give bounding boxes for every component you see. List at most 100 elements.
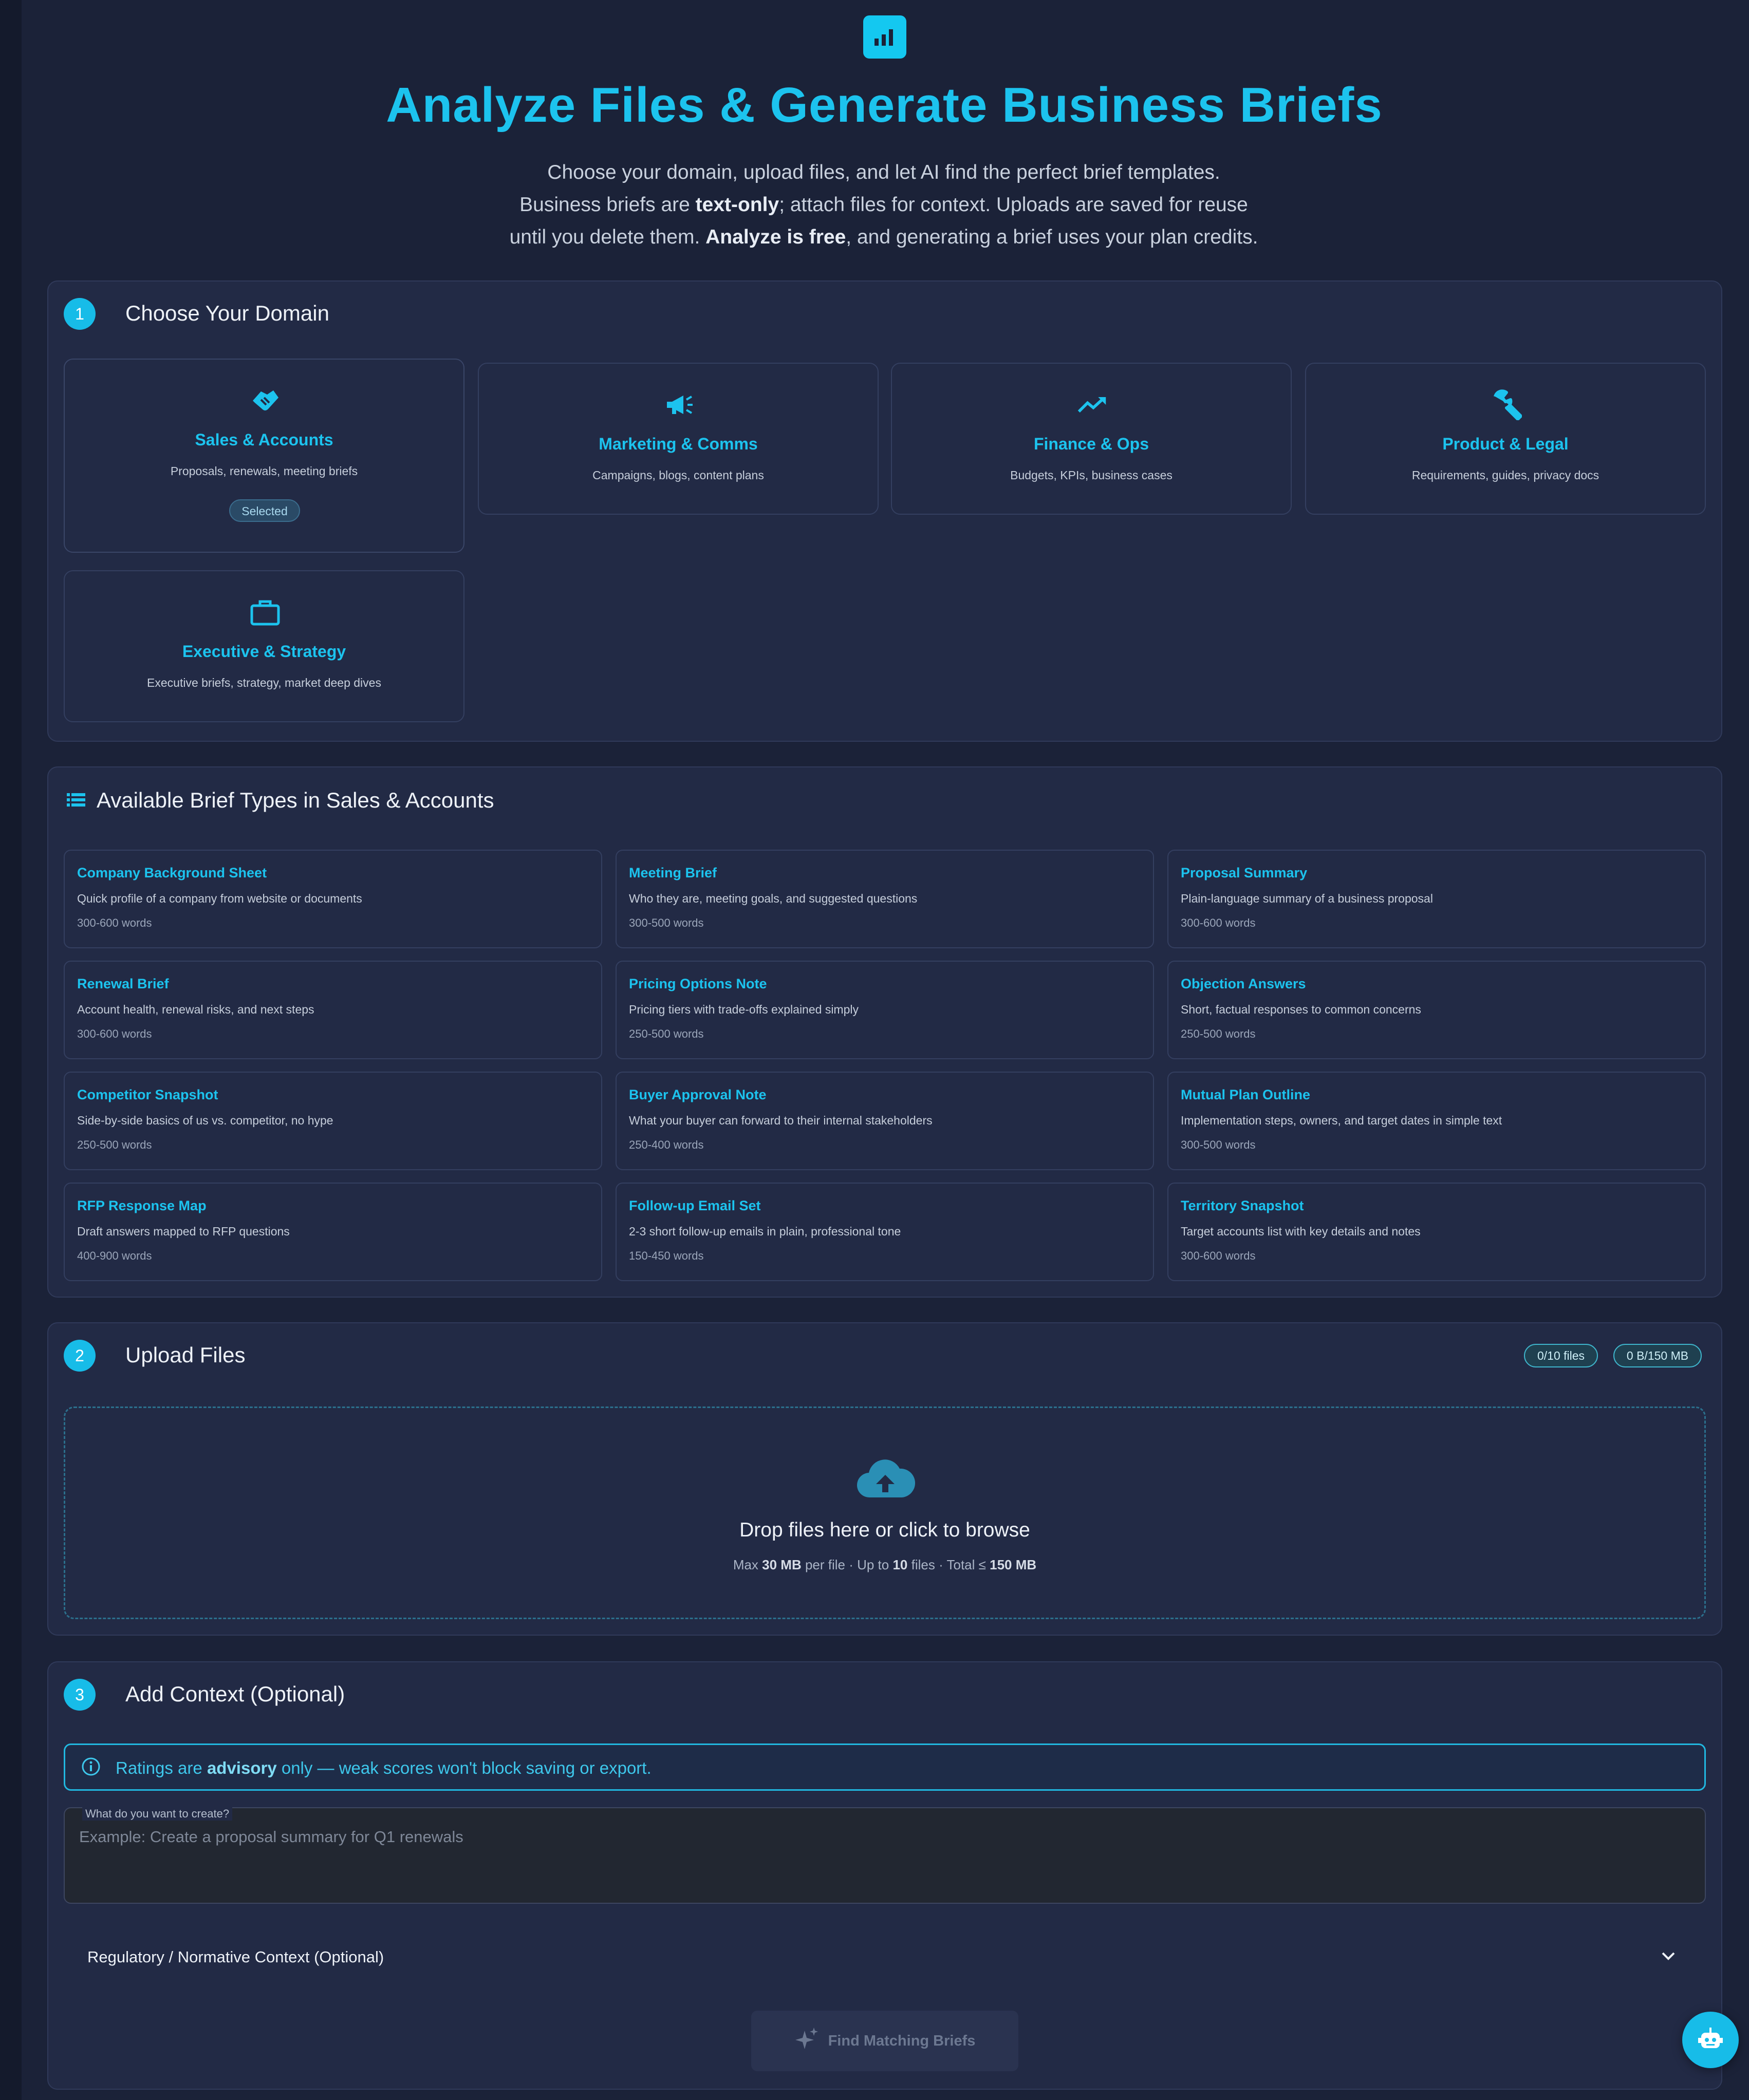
button-label: Find Matching Briefs (828, 2032, 976, 2049)
domain-name: Marketing & Comms (599, 435, 758, 453)
brief-word-count: 300-600 words (77, 916, 152, 929)
subtitle-line-1: Choose your domain, upload files, and le… (547, 161, 1220, 183)
domain-desc: Requirements, guides, privacy docs (1411, 468, 1599, 482)
brief-name: Proposal Summary (1181, 865, 1308, 880)
find-matching-briefs-button[interactable]: Find Matching Briefs (751, 2011, 1018, 2071)
domain-card-executive[interactable]: Executive & Strategy Executive briefs, s… (64, 570, 464, 722)
domain-name: Executive & Strategy (182, 642, 346, 661)
brief-card[interactable]: Competitor Snapshot Side-by-side basics o… (64, 1072, 602, 1170)
brief-desc: Account health, renewal risks, and next … (77, 1003, 314, 1016)
brief-desc: Side-by-side basics of us vs. competitor… (77, 1114, 333, 1127)
brief-card[interactable]: Company Background Sheet Quick profile of… (64, 850, 602, 948)
bar-chart-icon (863, 15, 906, 59)
domain-name: Sales & Accounts (195, 430, 333, 449)
brief-name: Competitor Snapshot (77, 1087, 218, 1102)
brief-desc: Short, factual responses to common conce… (1181, 1003, 1421, 1016)
subtitle-line-2: Business briefs are text-only; attach fi… (519, 194, 1248, 216)
file-dropzone[interactable]: Drop files here or click to browse Max 3… (64, 1407, 1706, 1619)
brief-card[interactable]: Pricing Options Note Pricing tiers with t… (616, 961, 1154, 1059)
megaphone-icon (664, 389, 695, 420)
info-icon (81, 1756, 101, 1779)
domain-card-finance[interactable]: Finance & Ops Budgets, KPIs, business ca… (891, 363, 1292, 515)
robot-icon (1697, 2027, 1724, 2054)
domain-card-marketing[interactable]: Marketing & Comms Campaigns, blogs, cont… (478, 363, 879, 515)
brief-desc: Who they are, meeting goals, and suggest… (629, 892, 918, 905)
step-number: 2 (64, 1340, 96, 1372)
brief-desc: Pricing tiers with trade-offs explained … (629, 1003, 859, 1016)
brief-word-count: 300-500 words (1181, 1138, 1256, 1151)
brief-word-count: 400-900 words (77, 1249, 152, 1262)
regulatory-accordion-label[interactable]: Regulatory / Normative Context (Optional… (87, 1948, 384, 1966)
section-title: Add Context (Optional) (125, 1682, 345, 1706)
advisory-text: Ratings are advisory only — weak scores … (116, 1758, 652, 1777)
field-label: What do you want to create? (82, 1807, 233, 1821)
brief-word-count: 250-400 words (629, 1138, 704, 1151)
brief-card[interactable]: Objection Answers Short, factual response… (1167, 961, 1706, 1059)
brief-card[interactable]: Renewal Brief Account health, renewal ris… (64, 961, 602, 1059)
section-title: Upload Files (125, 1343, 246, 1367)
step-number: 3 (64, 1679, 96, 1711)
brief-name: Territory Snapshot (1181, 1198, 1304, 1213)
field-placeholder: Example: Create a proposal summary for Q… (79, 1828, 463, 1846)
sidebar-edge (0, 0, 22, 2100)
domain-card-sales[interactable]: Sales & Accounts Proposals, renewals, me… (64, 359, 464, 553)
domain-desc: Budgets, KPIs, business cases (1010, 468, 1173, 482)
brief-word-count: 300-500 words (629, 916, 704, 929)
brief-desc: Target accounts list with key details an… (1181, 1225, 1421, 1238)
brief-card[interactable]: Proposal Summary Plain-language summary o… (1167, 850, 1706, 948)
brief-name: Buyer Approval Note (629, 1087, 767, 1102)
brief-name: Objection Answers (1181, 976, 1306, 991)
brief-name: Renewal Brief (77, 976, 169, 991)
dropzone-limits: Max 30 MB per file · Up to 10 files · To… (733, 1557, 1037, 1572)
domain-desc: Executive briefs, strategy, market deep … (147, 676, 381, 689)
brief-name: Company Background Sheet (77, 865, 267, 880)
section-title: Available Brief Types in Sales & Account… (97, 788, 494, 812)
files-count-badge: 0/10 files (1524, 1344, 1598, 1367)
brief-word-count: 250-500 words (1181, 1027, 1256, 1040)
brief-word-count: 300-600 words (1181, 1249, 1256, 1262)
brief-card[interactable]: Follow-up Email Set 2-3 short follow-up e… (616, 1183, 1154, 1281)
brief-word-count: 250-500 words (629, 1027, 704, 1040)
brief-desc: 2-3 short follow-up emails in plain, pro… (629, 1225, 901, 1238)
brief-word-count: 300-600 words (77, 1027, 152, 1040)
sparkle-icon (794, 2027, 819, 2055)
domain-card-product[interactable]: Product & Legal Requirements, guides, pr… (1305, 363, 1706, 515)
brief-word-count: 250-500 words (77, 1138, 152, 1151)
wrench-icon (1491, 389, 1522, 420)
assistant-fab[interactable] (1682, 2012, 1739, 2068)
brief-name: Meeting Brief (629, 865, 717, 880)
page-subtitle: Choose your domain, upload files, and le… (462, 156, 1305, 253)
brief-name: RFP Response Map (77, 1198, 207, 1213)
subtitle-line-3: until you delete them. Analyze is free, … (509, 226, 1258, 248)
brief-desc: Implementation steps, owners, and target… (1181, 1114, 1502, 1127)
trending-up-icon (1077, 389, 1108, 420)
cloud-upload-icon (855, 1457, 916, 1501)
brief-card[interactable]: RFP Response Map Draft answers mapped to … (64, 1183, 602, 1281)
selected-badge: Selected (229, 499, 300, 522)
domain-name: Product & Legal (1442, 435, 1569, 453)
brief-desc: Draft answers mapped to RFP questions (77, 1225, 290, 1238)
handshake-icon (250, 385, 281, 416)
brief-card[interactable]: Buyer Approval Note What your buyer can f… (616, 1072, 1154, 1170)
brief-desc: What your buyer can forward to their int… (629, 1114, 933, 1127)
brief-name: Mutual Plan Outline (1181, 1087, 1311, 1102)
advisory-alert: Ratings are advisory only — weak scores … (64, 1743, 1706, 1791)
chevron-down-icon[interactable] (1660, 1950, 1677, 1965)
size-count-badge: 0 B/150 MB (1613, 1344, 1702, 1367)
list-icon (67, 792, 85, 810)
brief-card[interactable]: Meeting Brief Who they are, meeting goals… (616, 850, 1154, 948)
domain-desc: Proposals, renewals, meeting briefs (170, 464, 358, 478)
create-prompt-field[interactable]: What do you want to create? Example: Cre… (64, 1807, 1706, 1904)
brief-card[interactable]: Mutual Plan Outline Implementation steps,… (1167, 1072, 1706, 1170)
brief-name: Follow-up Email Set (629, 1198, 761, 1213)
section-title: Choose Your Domain (125, 301, 329, 325)
step-number: 1 (64, 298, 96, 330)
brief-desc: Plain-language summary of a business pro… (1181, 892, 1433, 905)
brief-card[interactable]: Territory Snapshot Target accounts list w… (1167, 1183, 1706, 1281)
brief-word-count: 150-450 words (629, 1249, 704, 1262)
domain-desc: Campaigns, blogs, content plans (592, 468, 764, 482)
brief-name: Pricing Options Note (629, 976, 767, 991)
brief-desc: Quick profile of a company from website … (77, 892, 362, 905)
briefcase-icon (250, 597, 281, 628)
domain-name: Finance & Ops (1033, 435, 1149, 453)
